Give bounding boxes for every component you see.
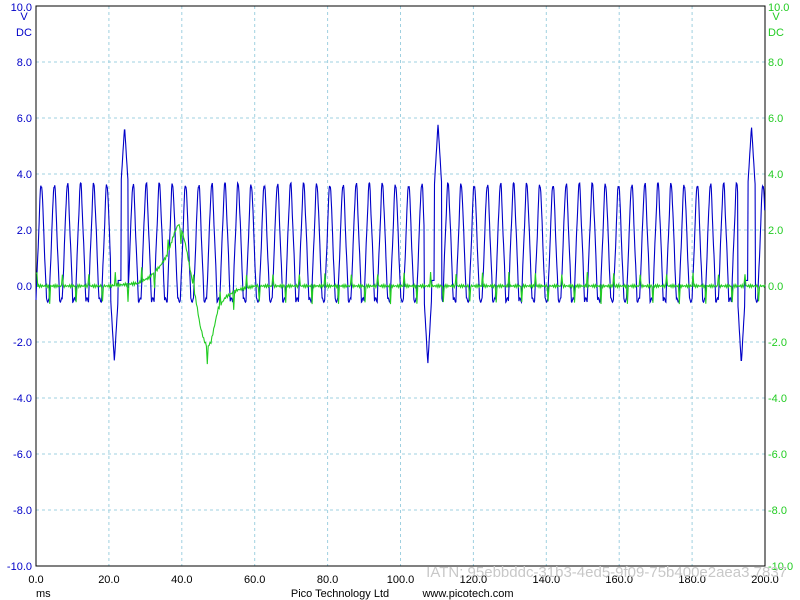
left-y-tick-label: -4.0 — [13, 393, 32, 405]
left-axis-unit: V — [20, 11, 28, 23]
oscilloscope-chart: 10.08.06.04.02.00.0-2.0-4.0-6.0-8.0-10.0… — [0, 0, 800, 600]
left-y-tick-label: 6.0 — [17, 113, 32, 125]
x-axis-unit: ms — [36, 588, 51, 600]
left-y-tick-label: -8.0 — [13, 505, 32, 517]
right-y-tick-label: -6.0 — [768, 449, 787, 461]
right-y-tick-label: 4.0 — [768, 169, 783, 181]
left-y-tick-label: -6.0 — [13, 449, 32, 461]
x-tick-label: 80.0 — [317, 574, 338, 586]
x-tick-label: 0.0 — [28, 574, 43, 586]
left-y-tick-label: -2.0 — [13, 337, 32, 349]
right-y-tick-label: -4.0 — [768, 393, 787, 405]
left-y-tick-label: 0.0 — [17, 281, 32, 293]
right-axis-coupling: DC — [768, 27, 784, 39]
left-y-tick-label: 8.0 — [17, 57, 32, 69]
right-y-tick-label: 2.0 — [768, 225, 783, 237]
right-axis-unit: V — [772, 11, 780, 23]
right-y-tick-label: 0.0 — [768, 281, 783, 293]
x-tick-label: 20.0 — [98, 574, 119, 586]
right-y-tick-label: 8.0 — [768, 57, 783, 69]
right-y-tick-label: 6.0 — [768, 113, 783, 125]
left-axis-coupling: DC — [16, 27, 32, 39]
right-y-tick-label: -2.0 — [768, 337, 787, 349]
x-tick-label: 60.0 — [244, 574, 265, 586]
right-y-tick-label: -8.0 — [768, 505, 787, 517]
footer-website: www.picotech.com — [421, 588, 513, 600]
x-tick-label: 40.0 — [171, 574, 192, 586]
left-y-tick-label: 2.0 — [17, 225, 32, 237]
x-tick-label: 100.0 — [387, 574, 415, 586]
watermark: IATN: 95ebbddc-31b3-4ed5-9f09-75b400e2ae… — [426, 564, 787, 581]
left-y-tick-label: -10.0 — [7, 561, 32, 573]
left-y-tick-label: 4.0 — [17, 169, 32, 181]
footer-company: Pico Technology Ltd — [291, 588, 389, 600]
